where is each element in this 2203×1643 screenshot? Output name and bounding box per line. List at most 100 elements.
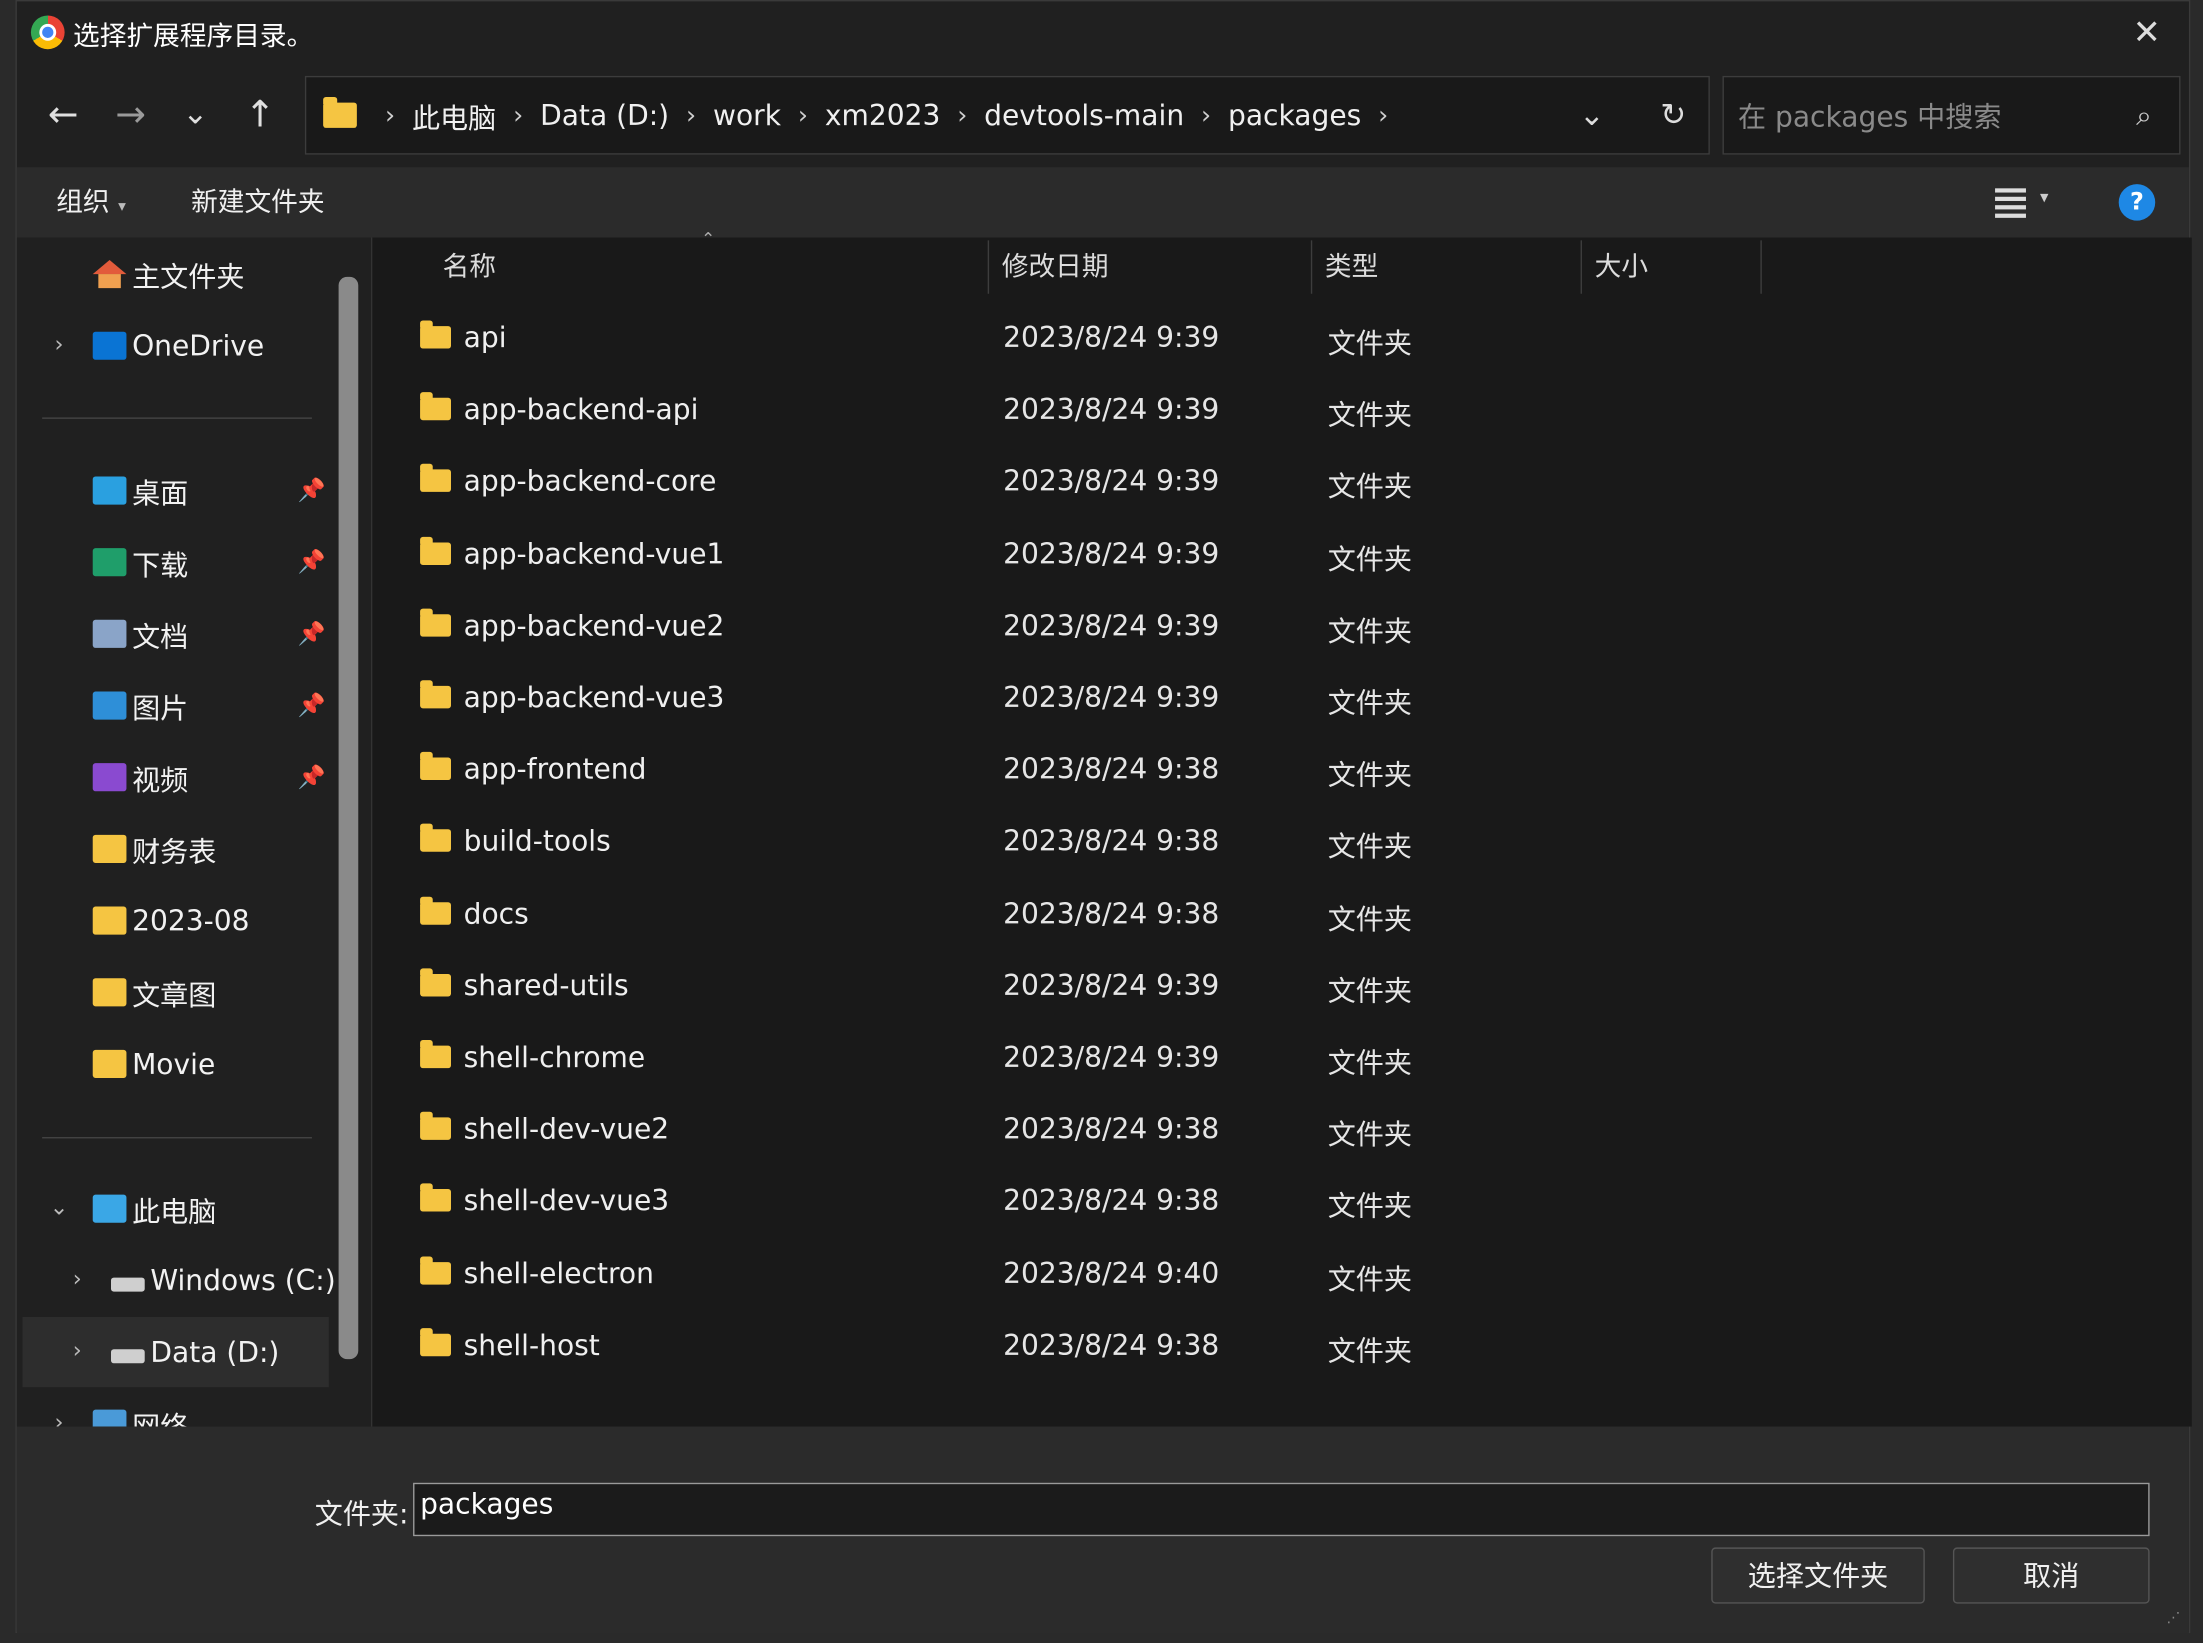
chevron-right-icon[interactable]: › [45, 1408, 73, 1426]
sidebar-item-network[interactable]: 网络 [92, 1390, 188, 1427]
sidebar-item-drive-d[interactable]: Data (D:) [110, 1318, 279, 1385]
table-row[interactable]: app-backend-vue2 2023/8/24 9:39 文件夹 [372, 593, 2191, 665]
table-row[interactable]: app-backend-vue3 2023/8/24 9:39 文件夹 [372, 665, 2191, 737]
breadcrumb-separator-icon[interactable]: › [957, 100, 967, 130]
file-name: app-backend-vue2 [463, 608, 725, 643]
pin-icon: 📌 [297, 763, 326, 790]
new-folder-button[interactable]: 新建文件夹 [191, 181, 324, 219]
pin-icon: 📌 [297, 691, 326, 719]
table-row[interactable]: shell-dev-vue3 2023/8/24 9:38 文件夹 [372, 1168, 2191, 1240]
file-name: docs [463, 896, 529, 930]
column-header-modified[interactable]: 修改日期 [1002, 238, 1109, 297]
folder-name-input[interactable]: packages [413, 1482, 2150, 1537]
breadcrumb-item[interactable]: devtools-main [984, 98, 1184, 132]
breadcrumb-separator-icon[interactable]: › [1201, 100, 1211, 130]
close-icon[interactable]: ✕ [2127, 13, 2166, 52]
sidebar-item-videos[interactable]: 视频 [92, 743, 189, 810]
table-row[interactable]: shell-electron 2023/8/24 9:40 文件夹 [372, 1240, 2191, 1312]
table-row[interactable]: shell-dev-vue2 2023/8/24 9:38 文件夹 [372, 1097, 2191, 1169]
column-header-name[interactable]: 名称 [443, 238, 496, 297]
table-row[interactable]: shell-chrome 2023/8/24 9:39 文件夹 [372, 1025, 2191, 1097]
back-arrow-icon[interactable]: ← [39, 91, 87, 139]
breadcrumb-separator-icon[interactable]: › [513, 100, 523, 130]
sidebar-item-folder[interactable]: Movie [92, 1030, 215, 1097]
file-modified-date: 2023/8/24 9:39 [1003, 392, 1220, 427]
chevron-right-icon[interactable]: › [45, 330, 73, 357]
column-divider[interactable] [987, 240, 990, 294]
breadcrumb-separator-icon[interactable]: › [385, 100, 395, 130]
breadcrumb-item[interactable]: Data (D:) [540, 98, 669, 132]
table-row[interactable]: shared-utils 2023/8/24 9:39 文件夹 [372, 953, 2191, 1025]
recent-locations-chevron-icon[interactable]: ⌄ [171, 91, 219, 139]
folder-icon [420, 608, 451, 637]
sidebar-item-downloads[interactable]: 下载 [92, 528, 188, 595]
address-bar[interactable]: › 此电脑 › Data (D:) › work › xm2023 › devtools-main… [304, 75, 1710, 155]
forward-arrow-icon[interactable]: → [107, 91, 155, 139]
breadcrumb-separator-icon[interactable]: › [1378, 100, 1388, 130]
file-type: 文件夹 [1327, 1117, 1412, 1152]
breadcrumb-item[interactable]: work [713, 98, 781, 132]
table-row[interactable]: build-tools 2023/8/24 9:38 文件夹 [372, 809, 2191, 881]
help-icon[interactable]: ? [2118, 184, 2156, 221]
column-divider[interactable] [1310, 240, 1313, 294]
organize-button[interactable]: 组织 ▾ [56, 181, 126, 219]
chevron-right-icon[interactable]: › [63, 1337, 91, 1364]
resize-grip-icon[interactable]: ⋰ [2166, 1611, 2183, 1628]
breadcrumb-separator-icon[interactable]: › [686, 100, 696, 130]
sidebar-item-onedrive[interactable]: OneDrive [92, 312, 265, 379]
sidebar-item-label: OneDrive [132, 328, 265, 363]
refresh-icon[interactable]: ↻ [1652, 96, 1694, 138]
sidebar-item-label: 文章图 [132, 977, 217, 1012]
search-input[interactable] [1735, 91, 2121, 142]
column-header-size[interactable]: 大小 [1595, 238, 1648, 297]
sidebar-item-pictures[interactable]: 图片 [92, 672, 188, 739]
breadcrumb-item[interactable]: xm2023 [825, 98, 941, 132]
table-row[interactable]: app-backend-core 2023/8/24 9:39 文件夹 [372, 449, 2191, 521]
sidebar-item-label: 2023-08 [132, 903, 250, 938]
sidebar-item-drive-c[interactable]: Windows (C:) [110, 1247, 336, 1314]
table-row[interactable]: api 2023/8/24 9:39 文件夹 [372, 305, 2191, 377]
table-row[interactable]: docs 2023/8/24 9:38 文件夹 [372, 881, 2191, 953]
sidebar-item-folder[interactable]: 财务表 [92, 815, 217, 882]
cancel-button[interactable]: 取消 [1952, 1547, 2150, 1604]
sidebar-item-documents[interactable]: 文档 [92, 600, 188, 667]
chevron-right-icon[interactable]: › [63, 1265, 91, 1292]
column-header-type[interactable]: 类型 [1325, 238, 1378, 297]
file-name: shell-dev-vue3 [463, 1183, 670, 1218]
sidebar-scrollbar[interactable] [338, 276, 359, 1360]
sidebar-item-label: 财务表 [132, 834, 217, 868]
sidebar-item-label: 此电脑 [132, 1193, 217, 1228]
view-options-caret-icon[interactable]: ▾ [2040, 187, 2048, 207]
file-modified-date: 2023/8/24 9:38 [1003, 1327, 1220, 1362]
sidebar-item-home[interactable]: 主文件夹 [92, 240, 244, 307]
view-details-icon[interactable] [1992, 184, 2029, 221]
search-icon[interactable]: ⌕ [2126, 96, 2163, 135]
sidebar-item-folder[interactable]: 文章图 [92, 959, 217, 1026]
breadcrumb-item[interactable]: 此电脑 [412, 95, 496, 136]
sidebar-item-desktop[interactable]: 桌面 [92, 457, 188, 524]
folder-icon [420, 1255, 451, 1285]
sidebar-item-label: 视频 [132, 762, 189, 797]
breadcrumb-item[interactable]: packages [1228, 98, 1361, 132]
file-modified-date: 2023/8/24 9:38 [1003, 1183, 1220, 1218]
select-folder-button[interactable]: 选择文件夹 [1711, 1547, 1925, 1604]
column-divider[interactable] [1580, 240, 1582, 294]
folder-icon [420, 968, 451, 997]
file-list: 名称 ⌃ 修改日期 类型 大小 api 2023/8/24 9:39 文件夹 app-… [370, 229, 2192, 1427]
address-dropdown-icon[interactable]: ⌄ [1571, 96, 1613, 138]
file-type: 文件夹 [1327, 901, 1412, 936]
folder-icon [420, 1327, 451, 1356]
file-modified-date: 2023/8/24 9:39 [1003, 608, 1220, 643]
table-row[interactable]: app-backend-vue1 2023/8/24 9:39 文件夹 [372, 521, 2191, 593]
up-arrow-icon[interactable]: ↑ [236, 91, 284, 139]
file-type: 文件夹 [1327, 685, 1412, 720]
chevron-down-icon[interactable]: ⌄ [45, 1193, 73, 1220]
sidebar-item-this-pc[interactable]: 此电脑 [92, 1175, 217, 1242]
table-row[interactable]: shell-host 2023/8/24 9:38 文件夹 [372, 1312, 2191, 1384]
column-divider[interactable] [1760, 240, 1762, 294]
sidebar-item-folder[interactable]: 2023-08 [92, 887, 250, 954]
table-row[interactable]: app-frontend 2023/8/24 9:38 文件夹 [372, 737, 2191, 809]
breadcrumb-separator-icon[interactable]: › [798, 100, 808, 130]
file-modified-date: 2023/8/24 9:39 [1003, 320, 1220, 355]
table-row[interactable]: app-backend-api 2023/8/24 9:39 文件夹 [372, 377, 2191, 449]
